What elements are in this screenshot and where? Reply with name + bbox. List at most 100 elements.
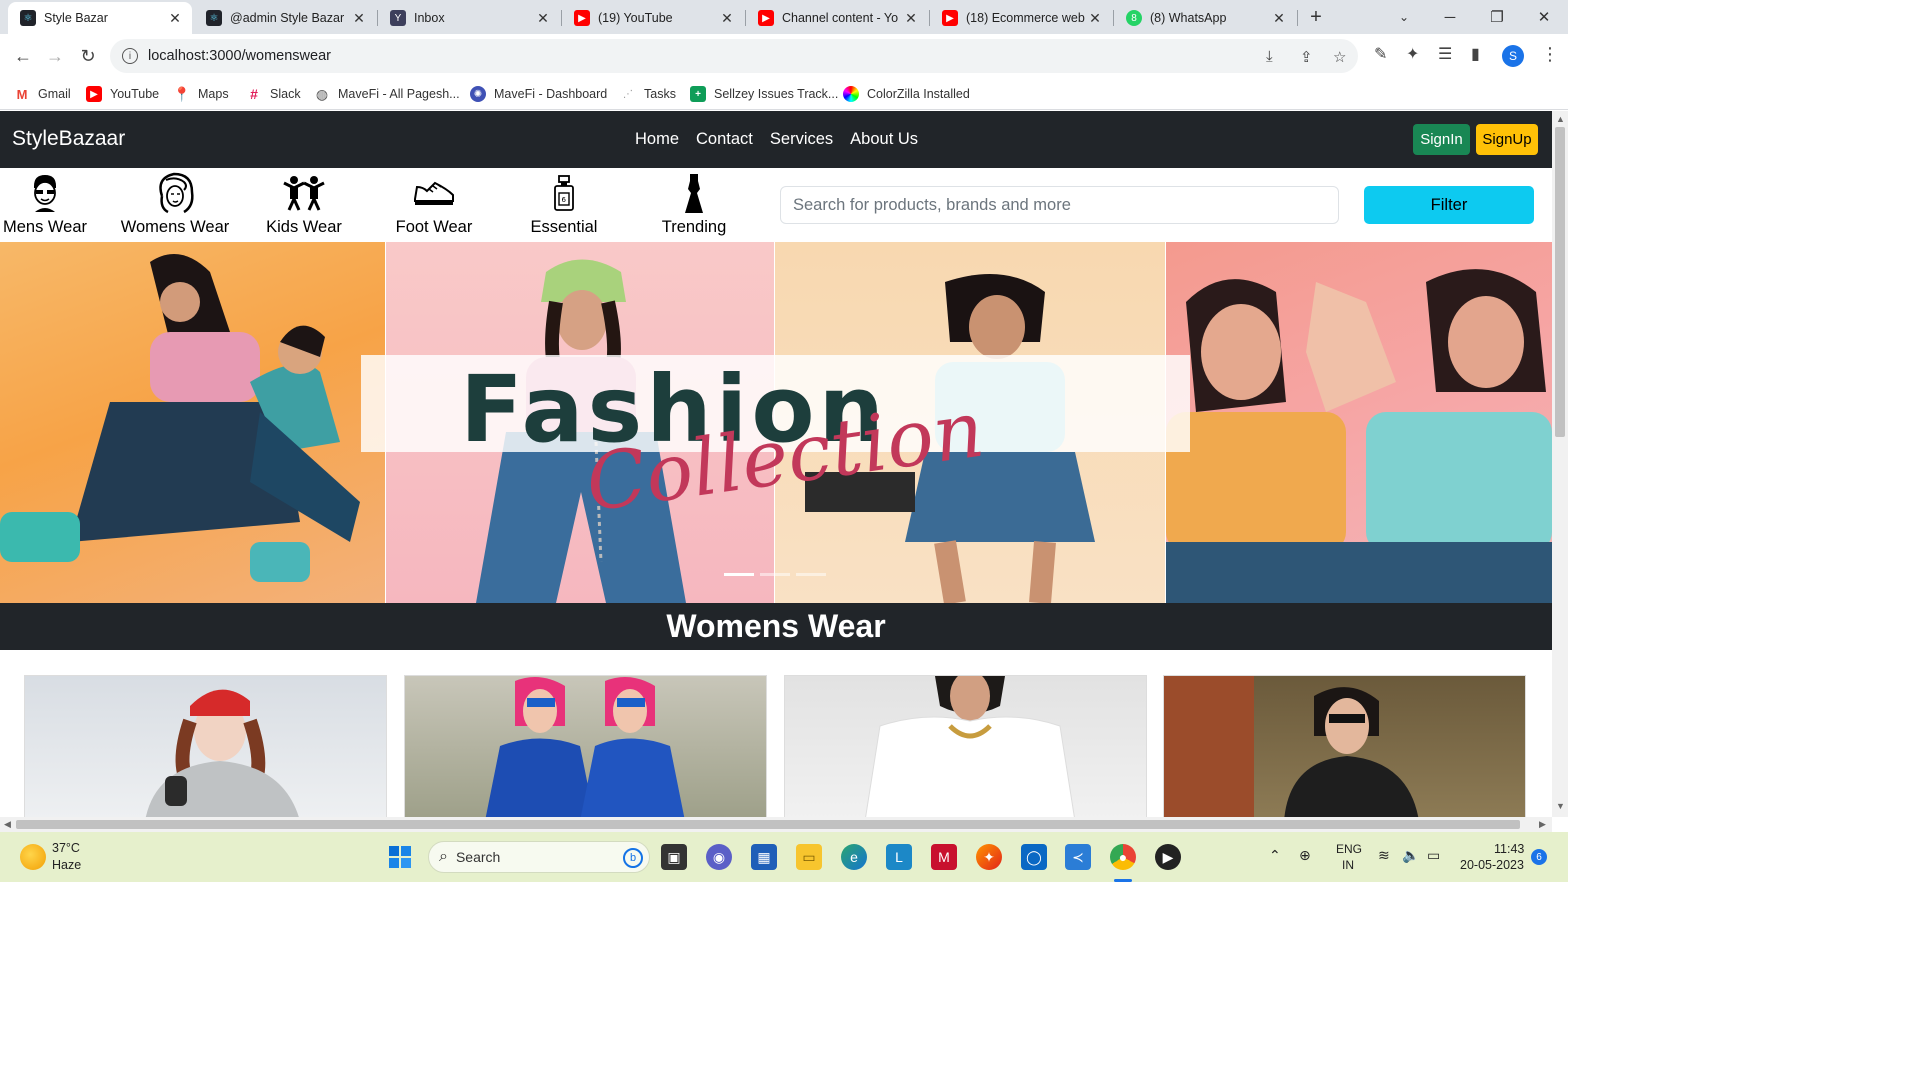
- microsoft-store-icon[interactable]: ▦: [751, 844, 777, 870]
- category-womens-wear[interactable]: Womens Wear: [110, 172, 240, 237]
- product-card[interactable]: [1163, 675, 1526, 817]
- horizontal-scroll-thumb[interactable]: [16, 820, 1520, 829]
- weather-desc[interactable]: Haze: [52, 858, 81, 872]
- media-player-icon[interactable]: ▶: [1155, 844, 1181, 870]
- bing-icon[interactable]: b: [623, 848, 643, 868]
- task-view-icon[interactable]: ▣: [661, 844, 687, 870]
- cortana-app-icon[interactable]: ◯: [1021, 844, 1047, 870]
- product-card[interactable]: [24, 675, 387, 817]
- bookmark-star-icon[interactable]: ☆: [1333, 48, 1346, 66]
- product-search-input[interactable]: [780, 186, 1339, 224]
- extensions-puzzle-icon[interactable]: ✦: [1406, 44, 1419, 64]
- bookmark-mavefi-all-pages[interactable]: ◍ MaveFi - All Pagesh...: [314, 84, 460, 104]
- scroll-down-arrow-icon[interactable]: ▼: [1556, 801, 1565, 811]
- filter-button[interactable]: Filter: [1364, 186, 1534, 224]
- url-text[interactable]: localhost:3000/womenswear: [148, 48, 331, 64]
- profile-avatar[interactable]: S: [1502, 45, 1524, 67]
- close-tab-icon[interactable]: ✕: [904, 10, 918, 27]
- bookmark-colorzilla[interactable]: ColorZilla Installed: [843, 84, 970, 104]
- tab-whatsapp[interactable]: 8 (8) WhatsApp ✕: [1114, 2, 1296, 34]
- product-card[interactable]: [784, 675, 1147, 817]
- product-card[interactable]: [404, 675, 767, 817]
- restore-button[interactable]: ❐: [1474, 0, 1520, 34]
- tray-chevron-icon[interactable]: ⌃: [1269, 847, 1281, 864]
- notification-badge[interactable]: 6: [1531, 849, 1547, 865]
- category-trending[interactable]: Trending: [629, 172, 759, 237]
- bookmark-sellzey[interactable]: + Sellzey Issues Track...: [690, 84, 838, 104]
- scroll-right-arrow-icon[interactable]: ▶: [1539, 819, 1546, 830]
- close-window-button[interactable]: ✕: [1521, 0, 1567, 34]
- weather-sun-icon[interactable]: [20, 844, 46, 870]
- category-kids-wear[interactable]: Kids Wear: [239, 172, 369, 237]
- nav-services[interactable]: Services: [770, 130, 833, 149]
- close-tab-icon[interactable]: ✕: [536, 10, 550, 27]
- close-tab-icon[interactable]: ✕: [168, 10, 182, 27]
- vertical-scroll-thumb[interactable]: [1555, 127, 1565, 437]
- mcafee-icon[interactable]: M: [931, 844, 957, 870]
- reading-list-icon[interactable]: ☰: [1438, 44, 1452, 64]
- tab-admin-style-bazar[interactable]: ⚛ @admin Style Bazar ✕: [194, 2, 376, 34]
- tab-channel-content[interactable]: ▶ Channel content - Yo ✕: [746, 2, 928, 34]
- bookmark-slack[interactable]: # Slack: [246, 84, 301, 104]
- nav-home[interactable]: Home: [635, 130, 679, 149]
- clock-date[interactable]: 20-05-2023: [1460, 858, 1524, 872]
- windows-start-icon[interactable]: [387, 844, 413, 870]
- signin-button[interactable]: SignIn: [1413, 124, 1470, 155]
- vscode-icon[interactable]: ≺: [1065, 844, 1091, 870]
- taskbar-search[interactable]: ⌕ Search b: [428, 841, 650, 873]
- scroll-left-arrow-icon[interactable]: ◀: [4, 819, 11, 830]
- site-info-icon[interactable]: i: [122, 48, 138, 64]
- file-explorer-icon[interactable]: ▭: [796, 844, 822, 870]
- vertical-scrollbar[interactable]: ▲ ▼: [1552, 111, 1568, 817]
- back-arrow-icon[interactable]: ←: [8, 41, 38, 71]
- bookmark-maps[interactable]: 📍 Maps: [173, 84, 229, 104]
- site-brand[interactable]: StyleBazaar: [12, 127, 125, 151]
- wifi-icon[interactable]: ≋: [1378, 847, 1390, 864]
- close-tab-icon[interactable]: ✕: [1088, 10, 1102, 27]
- firefox-icon[interactable]: ✦: [976, 844, 1002, 870]
- tab-search-chevron-icon[interactable]: ⌄: [1381, 0, 1427, 34]
- close-tab-icon[interactable]: ✕: [720, 10, 734, 27]
- l-app-icon[interactable]: L: [886, 844, 912, 870]
- tab-style-bazar[interactable]: ⚛ Style Bazar ✕: [8, 2, 192, 34]
- tab-inbox[interactable]: Y Inbox ✕: [378, 2, 560, 34]
- eyedropper-extension-icon[interactable]: ✎: [1374, 44, 1387, 64]
- nav-about-us[interactable]: About Us: [850, 130, 918, 149]
- carousel-indicator-1[interactable]: [724, 573, 754, 576]
- omnibox[interactable]: i localhost:3000/womenswear ⤓ ⇪ ☆: [110, 39, 1358, 73]
- weather-temp[interactable]: 37°C: [52, 841, 80, 855]
- hero-carousel[interactable]: Fashion Collection: [0, 242, 1552, 603]
- new-tab-button[interactable]: +: [1293, 0, 1339, 34]
- bookmark-gmail[interactable]: M Gmail: [14, 84, 71, 104]
- bookmark-mavefi-dashboard[interactable]: ✺ MaveFi - Dashboard: [470, 84, 607, 104]
- category-essential[interactable]: 6 Essential: [499, 172, 629, 237]
- bookmark-tasks[interactable]: ⋰ Tasks: [620, 84, 676, 104]
- bookmark-youtube[interactable]: ▶ YouTube: [86, 84, 159, 104]
- scroll-up-arrow-icon[interactable]: ▲: [1556, 114, 1565, 124]
- clock-time[interactable]: 11:43: [1494, 842, 1524, 856]
- side-panel-icon[interactable]: ▮: [1471, 44, 1480, 64]
- tab-youtube[interactable]: ▶ (19) YouTube ✕: [562, 2, 744, 34]
- teams-chat-icon[interactable]: ◉: [706, 844, 732, 870]
- category-mens-wear[interactable]: Mens Wear: [0, 172, 110, 237]
- install-app-icon[interactable]: ⤓: [1266, 48, 1273, 65]
- signup-button[interactable]: SignUp: [1476, 124, 1538, 155]
- region-indicator[interactable]: IN: [1342, 858, 1354, 872]
- forward-arrow-icon[interactable]: →: [40, 41, 70, 71]
- category-foot-wear[interactable]: Foot Wear: [369, 172, 499, 237]
- nav-contact[interactable]: Contact: [696, 130, 753, 149]
- share-icon[interactable]: ⇪: [1300, 48, 1313, 66]
- close-tab-icon[interactable]: ✕: [1272, 10, 1286, 27]
- carousel-indicator-3[interactable]: [796, 573, 826, 576]
- carousel-indicator-2[interactable]: [760, 573, 790, 576]
- close-tab-icon[interactable]: ✕: [352, 10, 366, 27]
- tab-ecommerce-web[interactable]: ▶ (18) Ecommerce web ✕: [930, 2, 1112, 34]
- language-indicator[interactable]: ENG: [1336, 842, 1362, 856]
- menu-kebab-icon[interactable]: ⋮: [1541, 44, 1559, 65]
- network-globe-icon[interactable]: ⊕: [1299, 847, 1311, 864]
- volume-icon[interactable]: 🔈: [1402, 847, 1419, 864]
- minimize-button[interactable]: ─: [1427, 0, 1473, 34]
- chrome-icon[interactable]: ●: [1110, 844, 1136, 870]
- edge-icon[interactable]: e: [841, 844, 867, 870]
- reload-icon[interactable]: ↻: [73, 41, 103, 71]
